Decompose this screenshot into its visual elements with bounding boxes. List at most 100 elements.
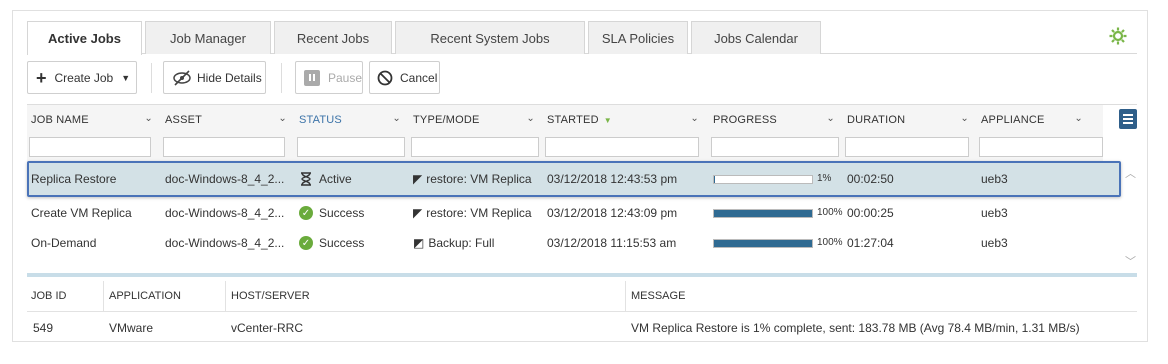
divider bbox=[27, 311, 1137, 312]
jobs-panel: Active Jobs Job Manager Recent Jobs Rece… bbox=[12, 10, 1148, 342]
pause-label: Pause bbox=[327, 70, 362, 85]
chevron-down-icon[interactable]: ⌄ bbox=[1074, 113, 1083, 124]
col-header-job-name[interactable]: JOB NAME ⌄ bbox=[31, 105, 159, 135]
filter-type-mode-input[interactable] bbox=[411, 137, 539, 157]
col-header-label: ASSET bbox=[165, 114, 203, 126]
toolbar-divider bbox=[151, 63, 152, 93]
chevron-down-icon[interactable]: ⌄ bbox=[144, 113, 153, 124]
table-row[interactable]: Create VM Replica doc-Windows-8_4_2... ✓… bbox=[27, 198, 1103, 228]
cell-asset: doc-Windows-8_4_2... bbox=[165, 206, 285, 220]
progress-fill bbox=[714, 240, 812, 247]
cancel-button[interactable]: Cancel bbox=[369, 61, 440, 94]
tab-recent-jobs[interactable]: Recent Jobs bbox=[274, 21, 392, 54]
create-job-label: Create Job bbox=[54, 70, 114, 85]
scroll-down-icon[interactable]: ﹀ bbox=[1125, 253, 1136, 269]
scroll-up-icon[interactable]: ︿ bbox=[1125, 165, 1136, 181]
table-row[interactable]: Replica Restore doc-Windows-8_4_2... Act… bbox=[27, 164, 1103, 194]
col-header-appliance[interactable]: APPLIANCE ⌄ bbox=[981, 105, 1089, 135]
plus-icon: + bbox=[36, 67, 47, 88]
table-row[interactable]: On-Demand doc-Windows-8_4_2... ✓ Success… bbox=[27, 228, 1103, 258]
status-text: Success bbox=[319, 236, 365, 250]
type-mode-text: restore: VM Replica bbox=[426, 206, 532, 220]
detail-header-message: MESSAGE bbox=[631, 290, 686, 302]
progress-percent: 100% bbox=[817, 207, 843, 218]
check-circle-icon: ✓ bbox=[299, 206, 313, 220]
col-header-progress[interactable]: PROGRESS ⌄ bbox=[713, 105, 841, 135]
col-header-started[interactable]: STARTED ▼ ⌄ bbox=[547, 105, 705, 135]
tab-label: Recent Jobs bbox=[296, 30, 370, 46]
cell-duration: 01:27:04 bbox=[847, 236, 894, 250]
detail-header-application: APPLICATION bbox=[109, 290, 181, 302]
chevron-down-icon[interactable]: ⌄ bbox=[392, 113, 401, 124]
tab-label: Active Jobs bbox=[48, 31, 121, 46]
detail-application: VMware bbox=[109, 321, 154, 335]
chevron-down-icon[interactable]: ⌄ bbox=[960, 113, 969, 124]
eye-slash-icon bbox=[173, 69, 191, 86]
progress-bar bbox=[713, 175, 813, 184]
chevron-down-icon[interactable]: ⌄ bbox=[278, 113, 287, 124]
cell-appliance: ueb3 bbox=[981, 236, 1008, 250]
col-header-type-mode[interactable]: TYPE/MODE ⌄ bbox=[413, 105, 541, 135]
cell-job-name: Replica Restore bbox=[31, 172, 117, 186]
cell-job-name: Create VM Replica bbox=[31, 206, 132, 220]
chevron-down-icon[interactable]: ⌄ bbox=[690, 113, 699, 124]
restore-icon: ◤ bbox=[413, 206, 423, 220]
tab-job-manager[interactable]: Job Manager bbox=[145, 21, 271, 54]
col-header-label: JOB NAME bbox=[31, 114, 89, 126]
detail-header-host-server: HOST/SERVER bbox=[231, 290, 310, 302]
tab-active-jobs[interactable]: Active Jobs bbox=[27, 21, 142, 55]
progress-fill bbox=[714, 210, 812, 217]
filter-started-input[interactable] bbox=[545, 137, 699, 157]
caret-down-icon: ▼ bbox=[121, 72, 131, 83]
col-header-duration[interactable]: DURATION ⌄ bbox=[847, 105, 975, 135]
col-header-asset[interactable]: ASSET ⌄ bbox=[165, 105, 293, 135]
chevron-down-icon[interactable]: ⌄ bbox=[526, 113, 535, 124]
cancel-icon bbox=[377, 70, 393, 85]
cell-started: 03/12/2018 12:43:09 pm bbox=[547, 206, 678, 220]
col-header-status[interactable]: STATUS ⌄ bbox=[299, 105, 407, 135]
cell-type-mode: ◤ restore: VM Replica bbox=[413, 198, 547, 228]
type-mode-text: restore: VM Replica bbox=[426, 172, 532, 186]
progress-bar bbox=[713, 239, 813, 248]
tab-label: Jobs Calendar bbox=[714, 30, 798, 46]
tab-jobs-calendar[interactable]: Jobs Calendar bbox=[691, 21, 821, 54]
detail-host-server: vCenter-RRC bbox=[231, 321, 304, 335]
filter-appliance-input[interactable] bbox=[979, 137, 1103, 157]
filter-status-input[interactable] bbox=[297, 137, 405, 157]
cell-type-mode: ◩ Backup: Full bbox=[413, 228, 547, 258]
tab-label: Recent System Jobs bbox=[430, 30, 550, 46]
progress-percent: 1% bbox=[817, 173, 832, 184]
tab-recent-system-jobs[interactable]: Recent System Jobs bbox=[395, 21, 585, 54]
create-job-button[interactable]: + Create Job ▼ bbox=[27, 61, 137, 94]
filter-duration-input[interactable] bbox=[845, 137, 969, 157]
filter-asset-input[interactable] bbox=[163, 137, 285, 157]
tab-bar: Active Jobs Job Manager Recent Jobs Rece… bbox=[27, 21, 1137, 55]
status-text: Success bbox=[319, 206, 365, 220]
pause-icon bbox=[304, 69, 320, 86]
cell-type-mode: ◤ restore: VM Replica bbox=[413, 164, 547, 194]
check-circle-icon: ✓ bbox=[299, 236, 313, 250]
hide-details-button[interactable]: Hide Details bbox=[163, 61, 266, 94]
cell-job-name: On-Demand bbox=[31, 236, 97, 250]
filter-progress-input[interactable] bbox=[711, 137, 839, 157]
status-text: Active bbox=[319, 172, 352, 186]
cell-status: Active bbox=[299, 164, 407, 194]
gear-icon[interactable] bbox=[1108, 26, 1128, 46]
tab-label: SLA Policies bbox=[601, 30, 675, 46]
vertical-scrollbar[interactable]: ︿ ﹀ bbox=[1123, 165, 1137, 275]
cell-started: 03/12/2018 12:43:53 pm bbox=[547, 172, 678, 186]
jobs-table: JOB NAME ⌄ ASSET ⌄ STATUS ⌄ TYPE/MODE ⌄ STAR… bbox=[27, 104, 1137, 276]
chevron-down-icon[interactable]: ⌄ bbox=[826, 113, 835, 124]
column-divider bbox=[225, 281, 226, 311]
backup-icon: ◩ bbox=[413, 236, 425, 250]
cell-asset: doc-Windows-8_4_2... bbox=[165, 172, 285, 186]
detail-message: VM Replica Restore is 1% complete, sent:… bbox=[631, 321, 1080, 335]
filter-job-name-input[interactable] bbox=[29, 137, 151, 157]
cell-duration: 00:00:25 bbox=[847, 206, 894, 220]
column-menu-button[interactable] bbox=[1119, 109, 1137, 129]
tab-sla-policies[interactable]: SLA Policies bbox=[588, 21, 688, 54]
cell-asset: doc-Windows-8_4_2... bbox=[165, 236, 285, 250]
cell-started: 03/12/2018 11:15:53 am bbox=[547, 236, 677, 250]
pause-button[interactable]: Pause bbox=[295, 61, 363, 94]
tab-label: Job Manager bbox=[170, 30, 246, 46]
